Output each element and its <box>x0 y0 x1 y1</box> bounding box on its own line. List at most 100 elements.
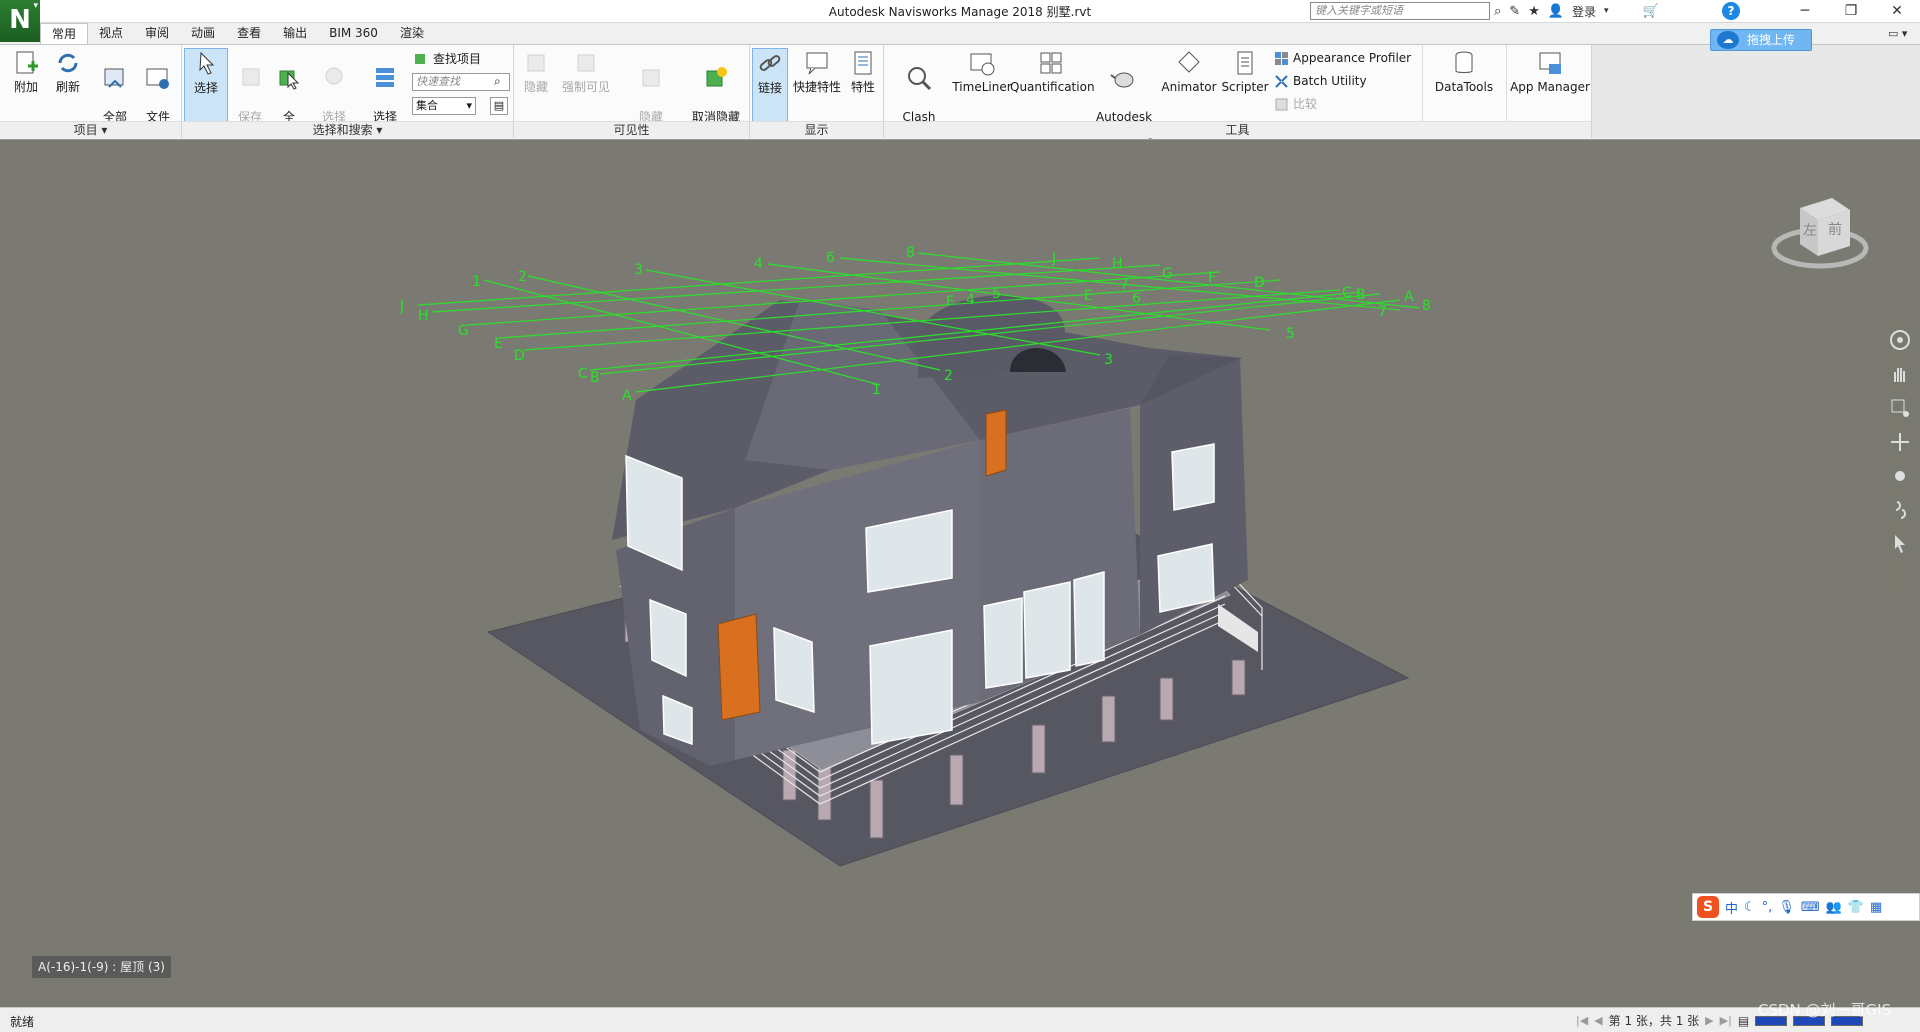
svg-text:D: D <box>514 348 525 364</box>
quantification-button[interactable]: Quantification <box>1010 48 1095 95</box>
svg-text:E: E <box>1084 288 1093 304</box>
select-button[interactable]: 选择 <box>184 48 228 122</box>
moon-icon[interactable]: ☾ <box>1744 900 1756 915</box>
hide-icon <box>527 54 545 72</box>
walk-icon[interactable] <box>1888 498 1912 522</box>
properties-button[interactable]: 特性 <box>846 48 880 95</box>
steering-wheel-icon[interactable] <box>1888 328 1912 352</box>
sogou-logo-icon[interactable]: S <box>1697 896 1719 918</box>
viewcube-front-face[interactable]: 前 <box>1828 221 1842 238</box>
append-icon <box>16 51 38 74</box>
sheet-browser-icon[interactable]: ▤ <box>1738 1014 1749 1028</box>
find-items-button[interactable]: 查找项目 <box>414 51 481 67</box>
append-button[interactable]: 附加 <box>8 48 44 95</box>
binoculars-icon[interactable]: ⌕ <box>1494 4 1501 19</box>
hide-unselected-icon <box>642 69 660 87</box>
communication-center-icon[interactable]: ✎ <box>1509 4 1520 19</box>
orbit-icon[interactable] <box>1888 430 1912 454</box>
zoom-window-icon[interactable] <box>1888 396 1912 420</box>
user-icon[interactable]: 👤 <box>1548 4 1564 19</box>
manage-sets-icon[interactable]: ▤ <box>490 97 508 115</box>
svg-text:7: 7 <box>1120 277 1129 293</box>
punctuation-icon[interactable]: °, <box>1762 900 1773 915</box>
last-sheet-icon[interactable]: ▶| <box>1720 1014 1732 1027</box>
scripter-button[interactable]: Scripter <box>1218 48 1272 95</box>
quick-find-search-icon[interactable]: ⌕ <box>494 74 501 89</box>
svg-text:E: E <box>494 336 503 352</box>
pan-hand-icon[interactable] <box>1888 362 1912 386</box>
skin-shirt-icon[interactable]: 👕 <box>1848 900 1864 915</box>
appearance-profiler-button[interactable]: Appearance Profiler <box>1274 50 1411 66</box>
ribbon-options-icon[interactable]: ▭ ▾ <box>1888 27 1907 40</box>
selection-tree-icon <box>376 68 394 87</box>
svg-text:8: 8 <box>906 245 915 261</box>
app-manager-button[interactable]: App Manager <box>1508 48 1592 95</box>
cart-icon[interactable]: 🛒 <box>1643 4 1659 19</box>
login-link[interactable]: 登录 <box>1572 3 1596 20</box>
minimize-button[interactable]: ─ <box>1782 0 1828 22</box>
close-button[interactable]: ✕ <box>1874 0 1920 22</box>
3d-viewport[interactable]: 1 2 3 4 6 8 1 2 3 5 7 8 4 5 6 7 J H G E … <box>0 139 1920 1007</box>
svg-text:F: F <box>946 294 954 310</box>
next-sheet-icon[interactable]: ▶ <box>1705 1014 1713 1027</box>
select-cursor-icon[interactable] <box>1888 532 1912 556</box>
tab-output[interactable]: 输出 <box>272 23 318 44</box>
look-around-icon[interactable] <box>1888 464 1912 488</box>
tab-review[interactable]: 审阅 <box>134 23 180 44</box>
model-scene[interactable]: 1 2 3 4 6 8 1 2 3 5 7 8 4 5 6 7 J H G E … <box>0 140 1920 1007</box>
compare-icon <box>1275 98 1288 110</box>
database-icon <box>1455 51 1473 73</box>
tab-viewpoint[interactable]: 视点 <box>88 23 134 44</box>
svg-text:H: H <box>1112 256 1123 272</box>
hide-button[interactable]: 隐藏 <box>518 48 554 95</box>
first-sheet-icon[interactable]: |◀ <box>1576 1014 1588 1027</box>
compare-button[interactable]: 比较 <box>1274 96 1317 112</box>
toolbox-grid-icon[interactable]: ▦ <box>1870 900 1882 915</box>
application-menu-button[interactable]: N ▾ <box>0 0 40 42</box>
favorites-star-icon[interactable]: ★ <box>1528 4 1540 19</box>
divider <box>1422 45 1423 121</box>
svg-text:J: J <box>399 298 404 314</box>
links-button[interactable]: 链接 <box>752 48 788 122</box>
tab-home[interactable]: 常用 <box>40 23 89 44</box>
tab-view[interactable]: 查看 <box>226 23 272 44</box>
panel-label-tools: 工具 <box>884 121 1591 138</box>
sets-dropdown[interactable]: 集合 ▾ <box>412 97 476 115</box>
restore-button[interactable]: ❐ <box>1828 0 1874 22</box>
keyboard-icon[interactable]: ⌨ <box>1801 900 1820 915</box>
drag-upload-button[interactable]: ☁ 拖拽上传 <box>1710 29 1812 51</box>
ime-mode-toggle[interactable]: 中 <box>1725 898 1738 917</box>
timeliner-icon <box>970 53 995 76</box>
panel-label-display: 显示 <box>750 121 883 138</box>
panel-label-project[interactable]: 项目 ▾ <box>0 121 181 138</box>
microphone-icon[interactable]: 🎙 <box>1778 900 1795 915</box>
viewcube[interactable]: 左 前 <box>1770 188 1870 288</box>
door-upper <box>985 409 1007 477</box>
viewcube-left-face[interactable]: 左 <box>1803 223 1817 239</box>
tab-render[interactable]: 渲染 <box>389 23 435 44</box>
svg-text:G: G <box>1162 266 1173 282</box>
batch-utility-button[interactable]: Batch Utility <box>1274 73 1367 89</box>
refresh-button[interactable]: 刷新 <box>50 48 86 95</box>
require-button[interactable]: 强制可见 <box>556 48 616 95</box>
timeliner-button[interactable]: TimeLiner <box>948 48 1016 95</box>
animator-button[interactable]: Animator <box>1160 48 1218 95</box>
svg-text:7: 7 <box>1378 304 1387 320</box>
svg-text:3: 3 <box>1104 352 1113 368</box>
appearance-profiler-icon <box>1275 51 1288 65</box>
tab-bim360[interactable]: BIM 360 <box>318 23 389 44</box>
tab-animation[interactable]: 动画 <box>180 23 226 44</box>
chevron-down-icon[interactable]: ▾ <box>1604 6 1609 16</box>
help-search-input[interactable]: 键入关键字或短语 <box>1310 2 1490 20</box>
title-bar: Autodesk Navisworks Manage 2018 别墅.rvt 键… <box>0 0 1920 23</box>
previous-sheet-icon[interactable]: ◀ <box>1594 1014 1602 1027</box>
help-button[interactable]: ? <box>1722 2 1740 20</box>
refresh-icon <box>58 53 78 73</box>
svg-text:C: C <box>578 366 588 382</box>
datatools-button[interactable]: DataTools <box>1426 48 1502 95</box>
panel-label-select-search[interactable]: 选择和搜索 ▾ <box>182 121 513 138</box>
ribbon-tabs: 常用 视点 审阅 动画 查看 输出 BIM 360 渲染 <box>40 23 435 44</box>
user-profile-icon[interactable]: 👥 <box>1826 900 1842 915</box>
status-bar: 就绪 |◀ ◀ 第 1 张，共 1 张 ▶ ▶| ▤ <box>0 1007 1920 1032</box>
quick-properties-button[interactable]: 快捷特性 <box>790 48 844 95</box>
